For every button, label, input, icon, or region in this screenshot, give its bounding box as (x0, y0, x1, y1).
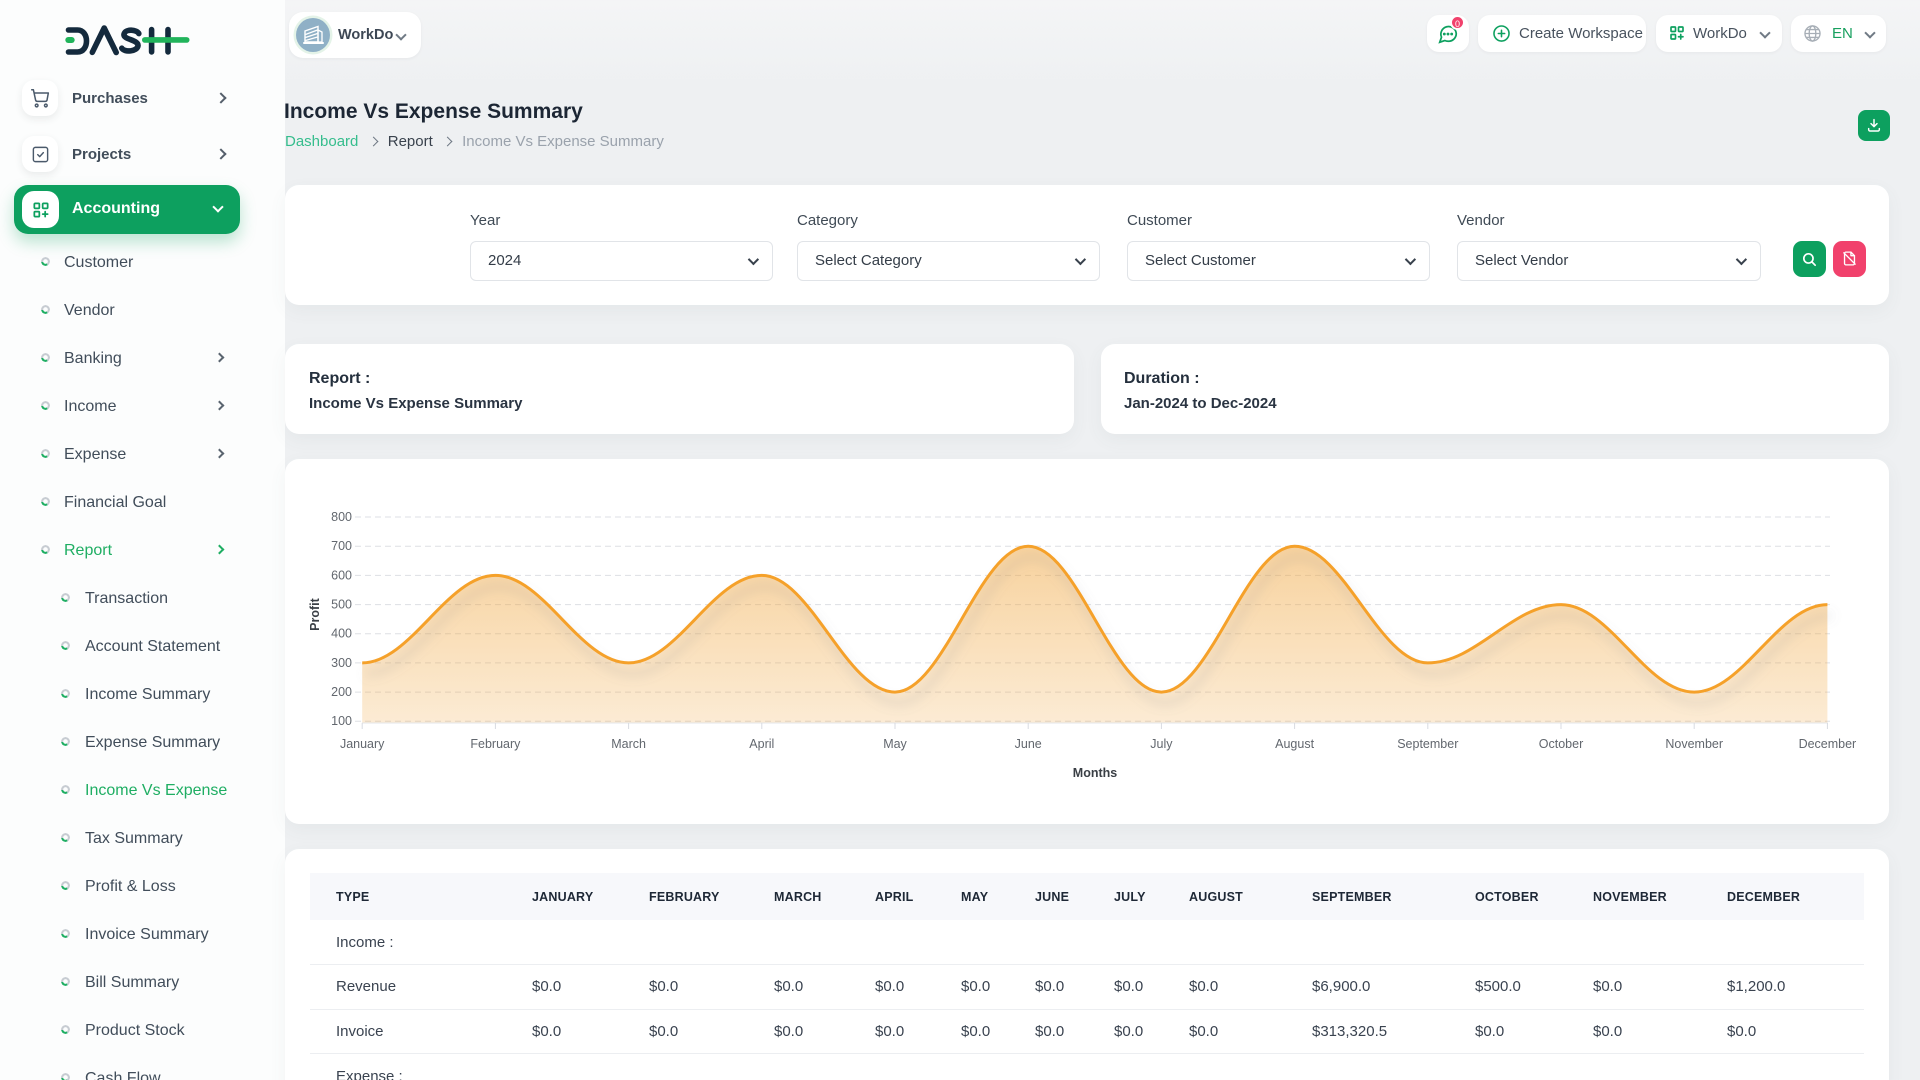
svg-text:800: 800 (331, 510, 352, 524)
svg-text:Profit: Profit (308, 597, 322, 630)
svg-text:July: July (1150, 737, 1173, 751)
svg-text:December: December (1799, 737, 1857, 751)
svg-text:April: April (749, 737, 774, 751)
svg-text:500: 500 (331, 598, 352, 612)
svg-text:February: February (470, 737, 521, 751)
svg-text:700: 700 (331, 539, 352, 553)
svg-text:May: May (883, 737, 907, 751)
svg-text:June: June (1015, 737, 1042, 751)
svg-text:November: November (1665, 737, 1723, 751)
svg-text:October: October (1539, 737, 1583, 751)
svg-text:100: 100 (331, 714, 352, 728)
svg-text:January: January (340, 737, 385, 751)
svg-text:300: 300 (331, 656, 352, 670)
svg-text:March: March (611, 737, 646, 751)
svg-text:600: 600 (331, 568, 352, 582)
svg-text:September: September (1397, 737, 1458, 751)
svg-text:200: 200 (331, 685, 352, 699)
svg-text:Months: Months (1073, 766, 1117, 780)
svg-text:August: August (1275, 737, 1314, 751)
svg-text:400: 400 (331, 627, 352, 641)
